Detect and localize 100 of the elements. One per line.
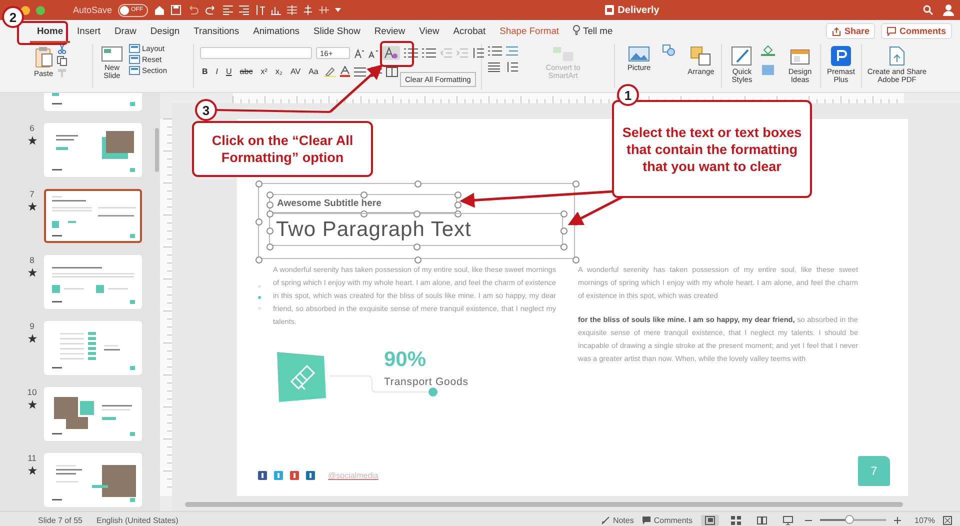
language-label[interactable]: English (United States) (96, 516, 178, 524)
font-color-icon[interactable] (340, 66, 350, 77)
align-text-icon[interactable] (506, 46, 518, 56)
ribbon-tab[interactable]: View (412, 20, 446, 42)
numbering-icon[interactable] (422, 48, 436, 58)
ribbon-tab[interactable]: Review (367, 20, 412, 42)
social-handle: @socialmedia (328, 471, 378, 480)
align-left-icon[interactable] (223, 5, 234, 15)
cut-icon[interactable] (57, 44, 68, 54)
slide-thumbnail[interactable] (44, 123, 142, 177)
slide-sorter-icon[interactable] (730, 516, 741, 524)
resize-handle[interactable] (572, 180, 580, 188)
resize-handle[interactable] (360, 192, 368, 198)
ribbon-tab[interactable]: Insert (70, 20, 108, 42)
scrollbar-thumb[interactable] (155, 128, 159, 172)
ribbon-tab[interactable]: Tell me (566, 20, 620, 42)
grow-font-icon[interactable] (354, 48, 364, 58)
home-icon[interactable] (154, 5, 166, 15)
ribbon-tab[interactable]: Design (143, 20, 187, 42)
comments-button[interactable]: Comments (642, 516, 693, 524)
list-icon[interactable] (488, 46, 502, 56)
share-button[interactable]: Share (826, 23, 876, 39)
font-name-field[interactable] (200, 47, 312, 59)
shape-fill-icon[interactable] (761, 44, 775, 56)
slide-thumbnail[interactable] (44, 321, 142, 375)
normal-view-icon[interactable] (704, 516, 715, 524)
quick-styles-icon[interactable] (731, 46, 753, 66)
view-button[interactable] (700, 514, 719, 526)
zoom-percent[interactable]: 107% (914, 516, 935, 524)
minimize-button[interactable] (21, 6, 30, 14)
clear-formatting-button[interactable] (382, 46, 400, 60)
text-direction-icon[interactable] (370, 66, 382, 76)
ribbon-tab[interactable]: Draw (108, 20, 144, 42)
shrink-font-icon[interactable] (368, 48, 378, 58)
highlight-icon[interactable] (324, 66, 336, 77)
align-right-icon[interactable] (239, 5, 250, 15)
resize-handle[interactable] (414, 210, 420, 218)
slide-thumbnail[interactable] (44, 255, 142, 309)
zoom-in-icon[interactable] (894, 516, 901, 524)
lightbulb-icon (573, 25, 580, 35)
format-button[interactable]: B (200, 67, 210, 76)
undo-icon[interactable] (187, 5, 200, 15)
comment-icon (642, 516, 651, 524)
center-icon[interactable] (303, 5, 314, 15)
slide-position: Slide 7 of 55 (38, 516, 82, 524)
premast-icon[interactable] (831, 46, 851, 66)
document-share-icon[interactable] (888, 46, 906, 66)
comments-button[interactable]: Comments (881, 23, 952, 39)
format-button[interactable]: abc (238, 67, 255, 76)
search-icon[interactable] (922, 5, 933, 15)
chart-icon[interactable] (271, 5, 282, 15)
slide-number: 9 (30, 321, 34, 331)
reading-view-icon[interactable] (756, 516, 767, 524)
format-button[interactable]: AV (288, 67, 303, 76)
user-icon[interactable] (942, 4, 954, 16)
align-middle-icon[interactable] (319, 5, 330, 15)
arrange-icon[interactable] (690, 46, 712, 66)
social-icon[interactable] (290, 471, 299, 480)
spacing-icon[interactable] (506, 62, 518, 72)
format-button[interactable]: I (214, 67, 220, 76)
align-justify-icon[interactable] (488, 62, 500, 72)
format-button[interactable]: x₂ (273, 67, 284, 76)
resize-handle[interactable] (560, 210, 568, 218)
distribute-icon[interactable] (287, 5, 298, 15)
slide-number: 6 (30, 123, 34, 133)
notes-button[interactable]: Notes (600, 516, 634, 524)
format-button[interactable]: Aa (306, 67, 320, 76)
callout: Select the text or text boxes that contain the formatting that you want to clear (612, 100, 812, 198)
more-caret-icon[interactable] (335, 7, 342, 13)
social-icon[interactable] (306, 471, 315, 480)
copy-icon[interactable] (57, 56, 68, 66)
ribbon-tab[interactable]: Animations (246, 20, 306, 42)
ribbon-tab[interactable]: Shape Format (492, 20, 566, 42)
ribbon-tab[interactable]: Home (30, 20, 70, 42)
slide-thumbnail[interactable] (44, 387, 142, 441)
bullets-icon[interactable] (404, 48, 418, 58)
resize-handle[interactable] (414, 180, 421, 188)
format-button[interactable]: x² (258, 67, 270, 76)
share-icon (832, 26, 842, 36)
zoom-button[interactable] (36, 6, 45, 14)
save-icon[interactable] (171, 5, 182, 15)
shapes-icon[interactable] (662, 44, 676, 56)
format-button[interactable]: U (224, 67, 234, 76)
social-icon[interactable] (258, 471, 267, 480)
resize-handle[interactable] (560, 227, 568, 234)
ribbon-tab[interactable]: Transitions (186, 20, 246, 42)
ribbon-tab[interactable]: Slide Show (306, 20, 368, 42)
ribbon-tab[interactable]: Acrobat (446, 20, 493, 42)
slide-show-icon[interactable] (782, 516, 793, 524)
picture-icon[interactable] (628, 46, 650, 62)
align-icon[interactable] (354, 66, 366, 76)
line-spacing-icon[interactable] (472, 48, 484, 58)
columns-icon[interactable] (386, 66, 398, 76)
slide-thumbnail[interactable] (44, 453, 142, 507)
step-number: 1 (617, 84, 639, 106)
slide-thumbnail[interactable] (44, 189, 142, 243)
scrollbar-thumb[interactable] (185, 502, 903, 507)
callout: Click on the “Clear All Formatting” option (192, 121, 373, 177)
redo-icon[interactable] (205, 5, 218, 15)
fit-slide-icon[interactable] (943, 516, 952, 524)
